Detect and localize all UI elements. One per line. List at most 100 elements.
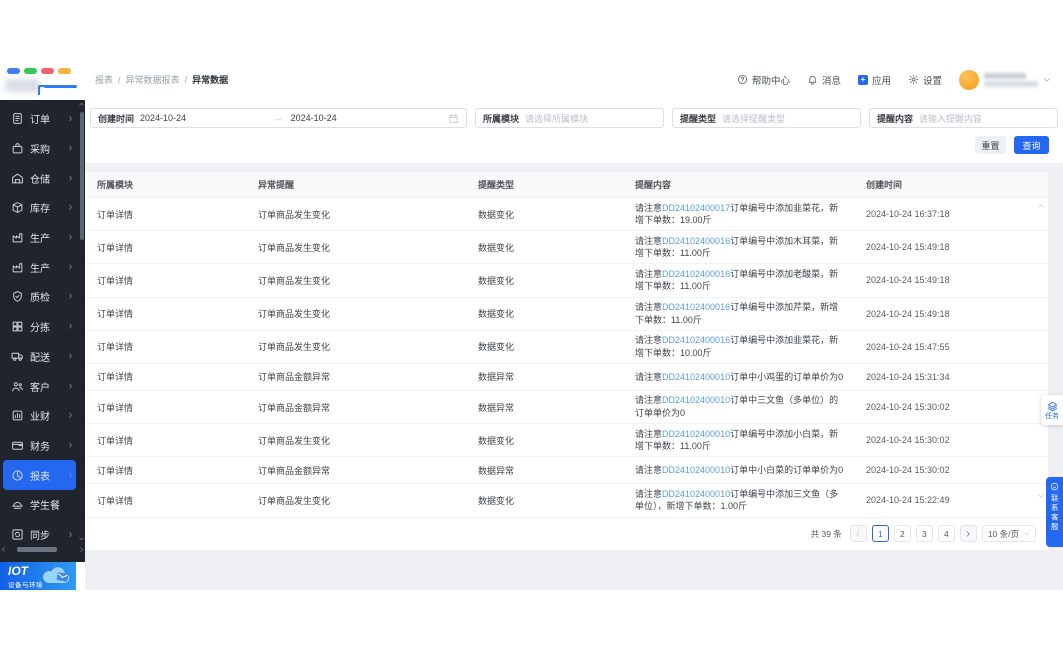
sidebar-item-warehouse[interactable]: 仓储 › [3, 163, 76, 193]
iot-module-banner[interactable]: IOT 设备与环境 [0, 562, 76, 590]
cell-alert: 订单商品金额异常 [258, 372, 331, 383]
sidebar-item-purchase[interactable]: 采购 › [3, 134, 76, 164]
sidebar-horizontal-scrollbar[interactable] [0, 545, 85, 553]
cell-module: 订单详情 [97, 495, 134, 506]
user-menu[interactable] [959, 69, 1051, 90]
task-floating-button[interactable]: 任务 [1041, 395, 1063, 425]
search-button[interactable]: 查询 [1014, 136, 1049, 154]
table-row: 订单详情 订单商品发生变化 数据变化 请注意DD24102400016订单编号中… [85, 264, 1048, 298]
breadcrumb-separator: / [118, 74, 121, 85]
chevron-right-icon: › [69, 527, 72, 541]
alert-type-select[interactable]: 提醒类型 请选择提醒类型 [672, 108, 861, 128]
cell-type: 数据变化 [478, 275, 515, 286]
page-size-select[interactable]: 10 条/页 [981, 525, 1036, 542]
chevron-right-icon [964, 530, 972, 538]
chevron-right-icon[interactable] [78, 546, 85, 553]
page-button-4[interactable]: 4 [937, 525, 955, 542]
production-icon [11, 231, 24, 244]
order-number-link[interactable]: DD24102400010 [662, 429, 730, 439]
cell-created-at: 2024-10-24 15:31:34 [866, 371, 950, 382]
sidebar-item-student-meal[interactable]: 学生餐 › [3, 490, 76, 520]
breadcrumb-item[interactable]: 异常数据报表 [126, 73, 180, 86]
table-row: 订单详情 订单商品发生变化 数据变化 请注意DD24102400017订单编号中… [85, 198, 1048, 232]
prev-page-button[interactable] [849, 525, 867, 542]
cell-module: 订单详情 [97, 372, 134, 383]
cell-module: 订单详情 [97, 465, 134, 476]
breadcrumb-item[interactable]: 报表 [95, 73, 113, 86]
sidebar-item-inventory[interactable]: 库存 › [3, 193, 76, 223]
data-table: 所属模块 异常提醒 提醒类型 提醒内容 创建时间 订单详情 订单商品发生变化 数… [85, 172, 1048, 550]
order-number-link[interactable]: DD24102400010 [662, 395, 730, 405]
settings-button[interactable]: 设置 [908, 73, 942, 87]
sidebar-item-business-finance[interactable]: 业财 › [3, 401, 76, 431]
order-number-link[interactable]: DD24102400010 [662, 465, 730, 475]
cell-type: 数据变化 [478, 435, 515, 446]
cell-created-at: 2024-10-24 15:47:55 [866, 341, 950, 352]
purchase-icon [11, 142, 24, 155]
order-number-link[interactable]: DD24102400010 [662, 489, 730, 499]
total-count: 共 39 条 [810, 528, 842, 539]
order-number-link[interactable]: DD24102400016 [662, 335, 730, 345]
sidebar-item-production-1[interactable]: 生产 › [3, 223, 76, 253]
cell-content: 请注意DD24102400010订单编号中添加小白菜，新增下单数：11.00斤 [635, 428, 839, 452]
order-icon [11, 112, 24, 125]
sidebar-item-reports[interactable]: 报表 › [3, 460, 76, 490]
sidebar-item-orders[interactable]: 订单 › [3, 104, 76, 134]
customer-icon [11, 380, 24, 393]
sidebar-item-finance[interactable]: 财务 › [3, 431, 76, 461]
messages-button[interactable]: 消息 [807, 73, 841, 87]
page-button-2[interactable]: 2 [893, 525, 911, 542]
contact-service-button[interactable]: 联系客服 [1046, 477, 1063, 547]
order-number-link[interactable]: DD24102400017 [662, 203, 730, 213]
cell-module: 订单详情 [97, 242, 134, 253]
cell-alert: 订单商品发生变化 [258, 435, 331, 446]
chevron-right-icon: › [69, 467, 72, 481]
chevron-right-icon: › [69, 378, 72, 392]
next-page-button[interactable] [959, 525, 977, 542]
sidebar-item-delivery[interactable]: 配送 › [3, 342, 76, 372]
cell-created-at: 2024-10-24 15:22:49 [866, 495, 950, 506]
cell-alert: 订单商品发生变化 [258, 209, 331, 220]
apps-button[interactable]: + 应用 [857, 73, 891, 87]
chevron-right-icon: › [69, 200, 72, 214]
cell-type: 数据变化 [478, 309, 515, 320]
sidebar-item-production-2[interactable]: 生产 › [3, 252, 76, 282]
sidebar-vertical-scrollbar[interactable] [80, 112, 84, 240]
cell-type: 数据变化 [478, 342, 515, 353]
table-row: 订单详情 订单商品发生变化 数据变化 请注意DD24102400016订单编号中… [85, 298, 1048, 331]
table-scroll-down-icon[interactable] [1037, 492, 1045, 500]
table-scroll-up-icon[interactable] [1037, 202, 1045, 210]
layers-icon [1047, 401, 1058, 412]
cell-type: 数据变化 [478, 495, 515, 506]
chevron-left-icon[interactable] [0, 546, 7, 553]
warehouse-icon [11, 172, 24, 185]
quality-icon [11, 290, 24, 303]
order-number-link[interactable]: DD24102400016 [662, 302, 730, 312]
chevron-right-icon: › [69, 349, 72, 363]
order-number-link[interactable]: DD24102400016 [662, 236, 730, 246]
pagination: 共 39 条 1234 10 条/页 [811, 525, 1036, 542]
alert-content-input[interactable]: 提醒内容 请输入提醒内容 [869, 108, 1058, 128]
help-center-button[interactable]: 帮助中心 [737, 73, 790, 87]
sidebar-item-customers[interactable]: 客户 › [3, 371, 76, 401]
table-row: 订单详情 订单商品发生变化 数据变化 请注意DD24102400016订单编号中… [85, 231, 1048, 265]
table-body: 订单详情 订单商品发生变化 数据变化 请注意DD24102400017订单编号中… [85, 198, 1048, 518]
date-range-picker[interactable]: 创建时间 2024-10-24 → 2024-10-24 [90, 108, 467, 128]
sidebar-scroll-up-icon[interactable] [78, 101, 85, 108]
sidebar-item-quality[interactable]: 质检 › [3, 282, 76, 312]
page-button-3[interactable]: 3 [915, 525, 933, 542]
cell-content: 请注意DD24102400016订单编号中添加芹菜，新增下单数：11.00斤 [635, 302, 839, 325]
logo-swoosh [38, 85, 77, 94]
page-button-1[interactable]: 1 [871, 525, 889, 542]
order-number-link[interactable]: DD24102400016 [662, 269, 730, 279]
chevron-right-icon: › [69, 230, 72, 244]
reset-button[interactable]: 重置 [975, 136, 1006, 154]
sidebar: 订单 › 采购 › 仓储 › 库存 › 生产 › 生产 › 质检 › 分拣 › … [0, 100, 85, 562]
cell-content: 请注意DD24102400016订单编号中添加木耳菜，新增下单数：11.00斤 [635, 235, 839, 259]
module-select[interactable]: 所属模块 请选择所属模块 [475, 108, 664, 128]
chevron-right-icon: › [69, 319, 72, 333]
chevron-left-icon [854, 530, 862, 538]
sidebar-item-sorting[interactable]: 分拣 › [3, 312, 76, 342]
sidebar-scroll-down-icon[interactable] [78, 535, 85, 542]
order-number-link[interactable]: DD24102400010 [662, 372, 730, 382]
